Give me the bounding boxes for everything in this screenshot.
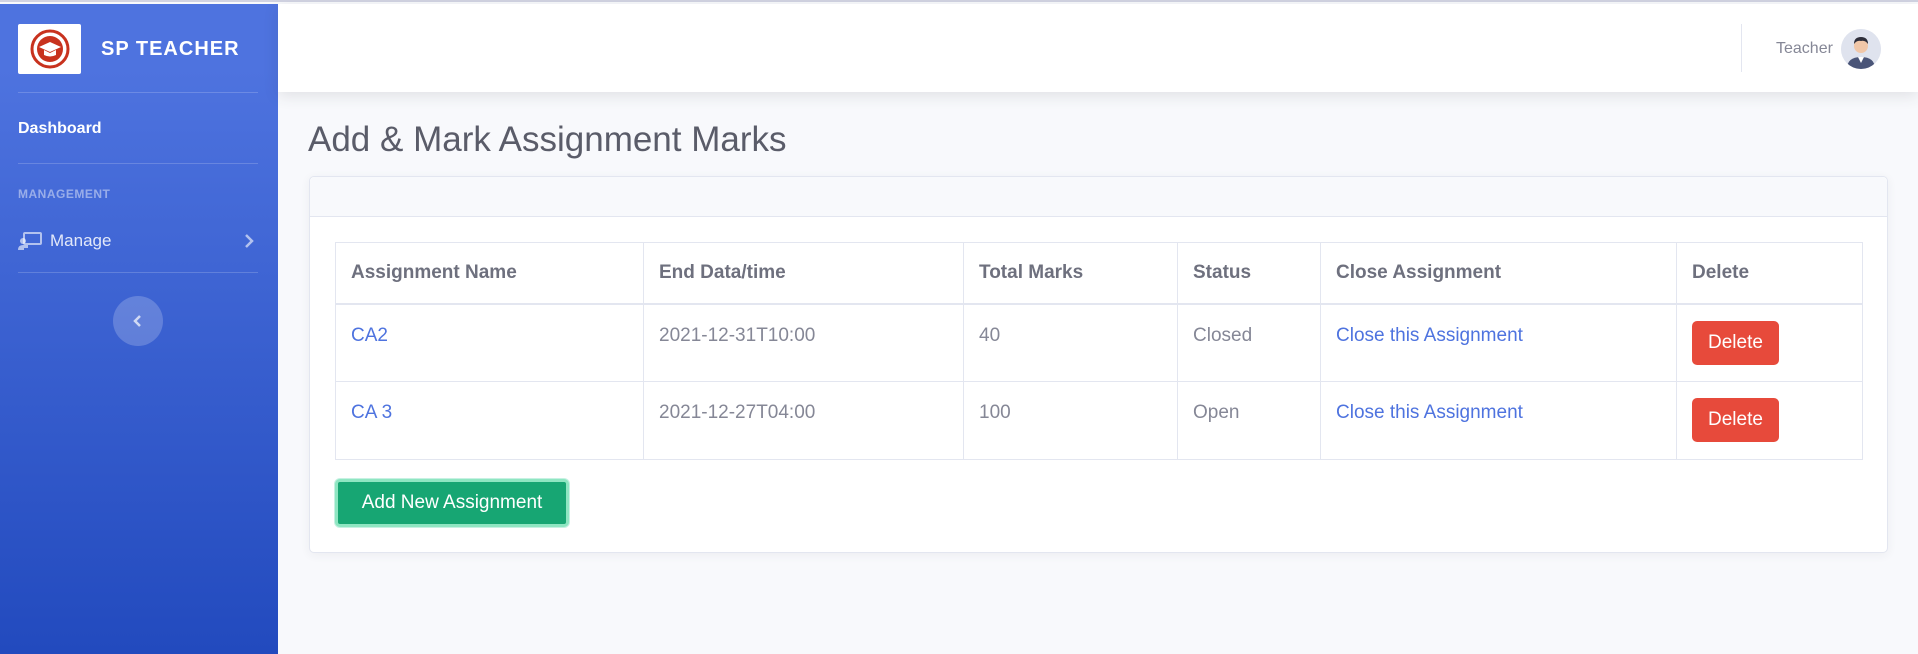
sidebar-item-dashboard[interactable]: Dashboard [18,120,102,138]
delete-cell: Delete [1676,381,1863,460]
topbar: Teacher [278,4,1918,92]
brand-name: SP TEACHER [101,37,240,60]
chevron-right-icon [245,234,254,248]
topbar-divider [1741,24,1742,72]
assignments-table: Assignment Name End Data/time Total Mark… [335,242,1863,460]
delete-button[interactable]: Delete [1692,398,1779,442]
table-header-row: Assignment Name End Data/time Total Mark… [335,242,1863,305]
column-header-status: Status [1177,242,1321,305]
table-row: CA2 2021-12-31T10:00 40 Closed Close thi… [335,303,1863,382]
page-title: Add & Mark Assignment Marks [308,120,787,159]
sidebar-divider [18,163,258,164]
column-header-close-assignment: Close Assignment [1320,242,1677,305]
brand[interactable]: SP TEACHER [18,23,240,75]
card-header [310,177,1887,217]
assignment-name-link[interactable]: CA 3 [351,402,392,423]
assignment-name-cell: CA2 [335,303,644,382]
sidebar-toggle-button[interactable] [113,296,163,346]
status-cell: Closed [1177,303,1321,382]
chalkboard-teacher-icon [18,232,42,250]
column-header-delete: Delete [1676,242,1863,305]
end-datetime-cell: 2021-12-27T04:00 [643,381,964,460]
table-row: CA 3 2021-12-27T04:00 100 Open Close thi… [335,381,1863,460]
user-name[interactable]: Teacher [1776,40,1833,58]
end-datetime-cell: 2021-12-31T10:00 [643,303,964,382]
column-header-assignment-name: Assignment Name [335,242,644,305]
status-cell: Open [1177,381,1321,460]
avatar[interactable] [1841,29,1881,69]
sidebar-item-manage[interactable]: Manage [18,226,258,256]
close-assignment-link[interactable]: Close this Assignment [1336,402,1523,423]
close-assignment-cell: Close this Assignment [1320,303,1677,382]
total-marks-cell: 40 [963,303,1178,382]
sidebar-divider [18,272,258,273]
add-new-assignment-button[interactable]: Add New Assignment [335,479,569,527]
close-assignment-link[interactable]: Close this Assignment [1336,325,1523,346]
chevron-left-icon [133,315,141,327]
delete-button[interactable]: Delete [1692,320,1779,365]
column-header-end-datetime: End Data/time [643,242,964,305]
assignment-name-link[interactable]: CA2 [351,325,388,346]
assignment-name-cell: CA 3 [335,381,644,460]
graduation-cap-icon [18,24,81,74]
column-header-total-marks: Total Marks [963,242,1178,305]
assignments-card: Assignment Name End Data/time Total Mark… [309,176,1888,553]
sidebar: SP TEACHER Dashboard MANAGEMENT Manage [0,4,278,654]
sidebar-heading: MANAGEMENT [18,187,111,201]
delete-cell: Delete [1676,303,1863,382]
close-assignment-cell: Close this Assignment [1320,381,1677,460]
sidebar-divider [18,92,258,93]
total-marks-cell: 100 [963,381,1178,460]
sidebar-item-manage-label: Manage [50,231,112,250]
